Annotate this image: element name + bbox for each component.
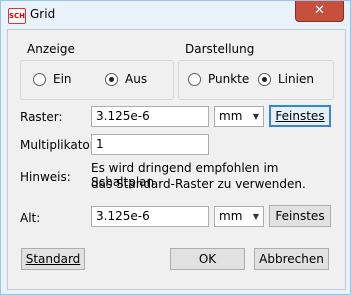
multiplikator-label: Multiplikator: (20, 138, 99, 152)
close-button[interactable]: ✕ (295, 1, 344, 22)
app-icon: SCH (8, 8, 26, 24)
radio-linien[interactable] (258, 73, 271, 86)
grid-dialog: SCH Grid ✕ Anzeige Ein Aus Darstellung P… (0, 0, 351, 295)
radio-ein-label[interactable]: Ein (53, 72, 72, 86)
ok-button[interactable]: OK (170, 248, 245, 270)
raster-feinstes-label: Feinstes (275, 109, 325, 123)
multiplikator-input[interactable]: 1 (91, 134, 209, 155)
chevron-down-icon: ▼ (252, 112, 259, 121)
close-icon: ✕ (314, 3, 325, 18)
dialog-body: Anzeige Ein Aus Darstellung Punkte Linie… (7, 29, 346, 290)
alt-feinstes-label: Feinstes (275, 209, 325, 223)
alt-unit-select[interactable]: mm ▼ (214, 206, 264, 227)
raster-unit-value: mm (219, 109, 243, 123)
chevron-down-icon: ▼ (252, 212, 259, 221)
radio-aus-label[interactable]: Aus (125, 72, 147, 86)
radio-punkte[interactable] (188, 73, 201, 86)
raster-input[interactable]: 3.125e-6 (91, 106, 209, 127)
hinweis-label: Hinweis: (20, 170, 71, 184)
cancel-button[interactable]: Abbrechen (254, 248, 329, 270)
anzeige-group-title: Anzeige (27, 42, 75, 56)
darstellung-group-title: Darstellung (185, 42, 255, 56)
window-title: Grid (30, 7, 56, 21)
radio-punkte-label[interactable]: Punkte (208, 72, 249, 86)
raster-unit-select[interactable]: mm ▼ (214, 106, 264, 127)
alt-input[interactable]: 3.125e-6 (91, 206, 209, 227)
radio-aus[interactable] (105, 73, 118, 86)
alt-feinstes-button[interactable]: Feinstes (269, 205, 331, 227)
raster-feinstes-button[interactable]: Feinstes (269, 105, 331, 127)
raster-label: Raster: (20, 110, 63, 124)
hinweis-text-line2: das Standard-Raster zu verwenden. (91, 177, 306, 191)
alt-label: Alt: (20, 211, 41, 225)
radio-linien-label[interactable]: Linien (278, 72, 314, 86)
title-bar[interactable]: SCH Grid ✕ (1, 1, 350, 29)
anzeige-group: Ein Aus (20, 60, 174, 100)
cancel-button-label: Abbrechen (259, 252, 324, 266)
alt-unit-value: mm (219, 209, 243, 223)
radio-ein[interactable] (33, 73, 46, 86)
standard-button[interactable]: Standard (21, 248, 85, 270)
standard-button-label: Standard (25, 252, 81, 266)
darstellung-group: Punkte Linien (178, 60, 334, 100)
ok-button-label: OK (198, 252, 217, 266)
